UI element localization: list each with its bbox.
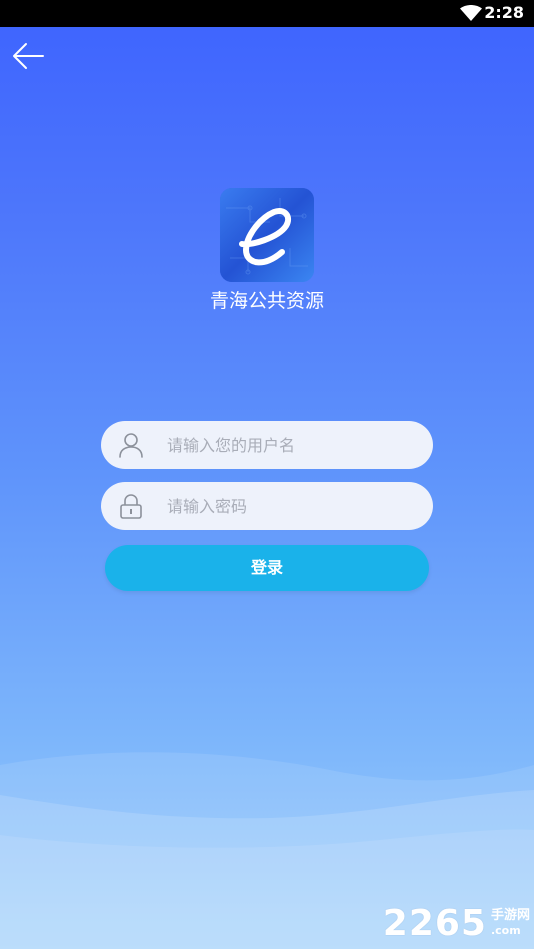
username-field[interactable]	[101, 421, 433, 469]
password-field[interactable]	[101, 482, 433, 530]
username-input[interactable]	[167, 421, 417, 469]
app-logo	[220, 188, 314, 282]
arrow-left-icon	[13, 43, 44, 69]
watermark-domain: .com	[490, 924, 521, 937]
lock-icon	[120, 494, 142, 519]
back-button[interactable]	[10, 38, 46, 74]
watermark-number: 2265	[382, 902, 487, 944]
status-bar: 2:28	[0, 0, 534, 27]
watermark: 2265 手游网 .com	[382, 902, 530, 944]
status-time: 2:28	[484, 3, 524, 22]
user-icon	[119, 433, 143, 458]
password-input[interactable]	[167, 482, 417, 530]
app-logo-image	[220, 188, 314, 282]
login-screen: 2:28 青海公共资源 请输入您的用户名 登录 2265 手游网 .com	[0, 0, 534, 949]
login-button[interactable]: 登录	[105, 545, 429, 591]
watermark-text: 手游网	[490, 908, 530, 923]
wifi-icon	[460, 5, 482, 21]
app-name: 青海公共资源	[209, 290, 324, 312]
